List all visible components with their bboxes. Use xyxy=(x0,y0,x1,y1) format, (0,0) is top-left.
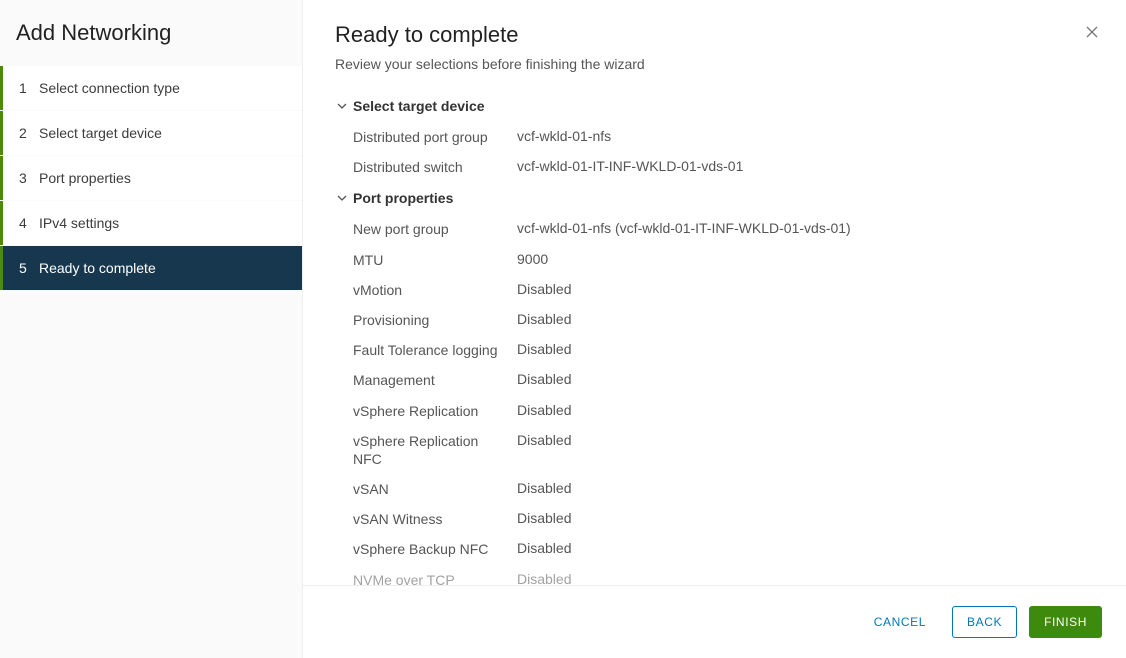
step-ipv4-settings[interactable]: 4 IPv4 settings xyxy=(0,201,302,245)
finish-button[interactable]: FINISH xyxy=(1029,606,1102,638)
step-label: Ready to complete xyxy=(39,260,156,276)
close-button[interactable] xyxy=(1082,22,1102,42)
section-port-properties-header[interactable]: Port properties xyxy=(335,182,1094,214)
summary-key: vSphere Replication NFC xyxy=(353,432,517,468)
summary-value: 9000 xyxy=(517,251,1094,269)
summary-row: New port group vcf-wkld-01-nfs (vcf-wkld… xyxy=(335,214,1094,244)
section-title: Port properties xyxy=(353,190,453,206)
summary-key: MTU xyxy=(353,251,517,269)
section-title: Select target device xyxy=(353,98,485,114)
page-title: Ready to complete xyxy=(335,22,1094,48)
summary-row: Distributed switch vcf-wkld-01-IT-INF-WK… xyxy=(335,152,1094,182)
step-number: 1 xyxy=(19,80,39,96)
summary-row: MTU 9000 xyxy=(335,245,1094,275)
wizard-sidebar: Add Networking 1 Select connection type … xyxy=(0,0,303,658)
summary-value: Disabled xyxy=(517,371,1094,389)
wizard-main: Ready to complete Review your selections… xyxy=(303,0,1126,658)
wizard-footer: CANCEL BACK FINISH xyxy=(303,585,1126,658)
summary-value: vcf-wkld-01-nfs (vcf-wkld-01-IT-INF-WKLD… xyxy=(517,220,1094,238)
summary-row: Provisioning Disabled xyxy=(335,305,1094,335)
step-label: Select connection type xyxy=(39,80,180,96)
wizard-steps: 1 Select connection type 2 Select target… xyxy=(0,66,302,290)
summary-value: Disabled xyxy=(517,281,1094,299)
close-icon xyxy=(1084,24,1100,40)
summary-row: vMotion Disabled xyxy=(335,275,1094,305)
summary-row: Management Disabled xyxy=(335,365,1094,395)
summary-value: Disabled xyxy=(517,341,1094,359)
wizard-title: Add Networking xyxy=(0,16,302,66)
step-select-connection-type[interactable]: 1 Select connection type xyxy=(0,66,302,110)
step-label: IPv4 settings xyxy=(39,215,119,231)
chevron-down-icon xyxy=(335,193,349,203)
back-button[interactable]: BACK xyxy=(952,606,1017,638)
step-port-properties[interactable]: 3 Port properties xyxy=(0,156,302,200)
summary-key: vSphere Replication xyxy=(353,402,517,420)
summary-key: Fault Tolerance logging xyxy=(353,341,517,359)
summary-key: vSAN xyxy=(353,480,517,498)
summary-key: Provisioning xyxy=(353,311,517,329)
step-number: 4 xyxy=(19,215,39,231)
summary-content[interactable]: Select target device Distributed port gr… xyxy=(303,80,1126,585)
summary-key: Distributed switch xyxy=(353,158,517,176)
step-label: Select target device xyxy=(39,125,162,141)
summary-row: Distributed port group vcf-wkld-01-nfs xyxy=(335,122,1094,152)
summary-value: Disabled xyxy=(517,571,1094,585)
chevron-down-icon xyxy=(335,101,349,111)
step-ready-to-complete[interactable]: 5 Ready to complete xyxy=(0,246,302,290)
summary-row: vSAN Disabled xyxy=(335,474,1094,504)
step-number: 5 xyxy=(19,260,39,276)
summary-value: Disabled xyxy=(517,510,1094,528)
summary-row: vSphere Replication Disabled xyxy=(335,396,1094,426)
summary-value: Disabled xyxy=(517,540,1094,558)
summary-row: vSphere Backup NFC Disabled xyxy=(335,534,1094,564)
wizard-header: Ready to complete Review your selections… xyxy=(303,0,1126,80)
summary-key: NVMe over TCP xyxy=(353,571,517,585)
summary-value: Disabled xyxy=(517,480,1094,498)
summary-key: vSAN Witness xyxy=(353,510,517,528)
page-subtitle: Review your selections before finishing … xyxy=(335,56,1094,72)
summary-key: Management xyxy=(353,371,517,389)
step-select-target-device[interactable]: 2 Select target device xyxy=(0,111,302,155)
summary-value: vcf-wkld-01-IT-INF-WKLD-01-vds-01 xyxy=(517,158,1094,176)
summary-value: Disabled xyxy=(517,402,1094,420)
cancel-button[interactable]: CANCEL xyxy=(860,606,940,638)
summary-key: vSphere Backup NFC xyxy=(353,540,517,558)
summary-key: vMotion xyxy=(353,281,517,299)
summary-key: New port group xyxy=(353,220,517,238)
summary-key: Distributed port group xyxy=(353,128,517,146)
step-number: 2 xyxy=(19,125,39,141)
step-number: 3 xyxy=(19,170,39,186)
section-target-device-header[interactable]: Select target device xyxy=(335,90,1094,122)
step-label: Port properties xyxy=(39,170,131,186)
summary-value: vcf-wkld-01-nfs xyxy=(517,128,1094,146)
summary-row: vSphere Replication NFC Disabled xyxy=(335,426,1094,474)
summary-value: Disabled xyxy=(517,311,1094,329)
summary-row: vSAN Witness Disabled xyxy=(335,504,1094,534)
summary-value: Disabled xyxy=(517,432,1094,468)
summary-row: Fault Tolerance logging Disabled xyxy=(335,335,1094,365)
summary-row: NVMe over TCP Disabled xyxy=(335,565,1094,585)
